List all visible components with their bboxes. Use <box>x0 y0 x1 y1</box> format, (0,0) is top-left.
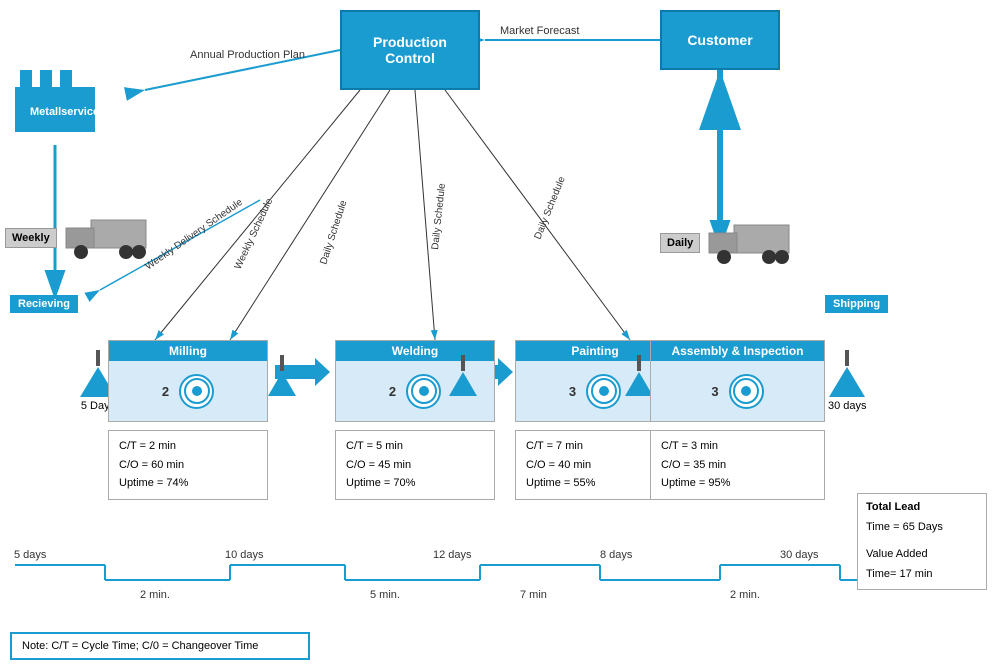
svg-text:Weekly Schedule: Weekly Schedule <box>233 196 276 271</box>
receiving-label: Recieving <box>18 298 70 310</box>
note-text: Note: C/T = Cycle Time; C/0 = Changeover… <box>22 640 258 652</box>
svg-text:8 days: 8 days <box>600 549 633 561</box>
milling-uptime: Uptime = 74% <box>119 474 257 493</box>
value-added-time: Time= 17 min <box>866 565 978 585</box>
inventory-triangle-2 <box>268 355 296 396</box>
daily-truck: Daily <box>660 220 794 265</box>
shipping-box: Shipping <box>825 295 888 313</box>
production-control-label: Production Control <box>373 34 447 66</box>
inventory-triangle-5: 30 days <box>828 350 867 412</box>
assembly-header: Assembly & Inspection <box>651 341 824 361</box>
assembly-operator <box>729 374 764 409</box>
milling-operator <box>179 374 214 409</box>
svg-text:Metallservice: Metallservice <box>30 106 99 118</box>
svg-text:Annual Production Plan: Annual Production Plan <box>190 49 305 61</box>
weekly-truck: Weekly <box>5 215 151 260</box>
svg-text:Weekly Delivery Schedule: Weekly Delivery Schedule <box>143 197 245 273</box>
svg-text:5 min.: 5 min. <box>370 589 400 601</box>
production-control-box: Production Control <box>340 10 480 90</box>
svg-text:Market Forecast: Market Forecast <box>500 25 579 37</box>
assembly-process: Assembly & Inspection 3 <box>650 340 825 422</box>
inventory-triangle-4 <box>625 355 653 396</box>
shipping-label: Shipping <box>833 298 880 310</box>
assembly-data: C/T = 3 min C/O = 35 min Uptime = 95% <box>650 430 825 500</box>
total-lead-label: Total Lead <box>866 498 978 518</box>
svg-text:2 min.: 2 min. <box>140 589 170 601</box>
milling-ct: C/T = 2 min <box>119 437 257 456</box>
svg-text:5 days: 5 days <box>14 549 47 561</box>
totals-box: Total Lead Time = 65 Days Value Added Ti… <box>857 493 987 590</box>
painting-co: C/O = 40 min <box>526 456 664 475</box>
milling-process: Milling 2 <box>108 340 268 422</box>
inventory-triangle-3 <box>449 355 477 396</box>
milling-header: Milling <box>109 341 267 361</box>
svg-text:12 days: 12 days <box>433 549 472 561</box>
value-added-label: Value Added <box>866 545 978 565</box>
svg-text:30 days: 30 days <box>780 549 819 561</box>
receiving-box: Recieving <box>10 295 78 313</box>
welding-operator <box>406 374 441 409</box>
painting-uptime: Uptime = 55% <box>526 474 664 493</box>
painting-operator <box>586 374 621 409</box>
assembly-ct: C/T = 3 min <box>661 437 814 456</box>
milling-co: C/O = 60 min <box>119 456 257 475</box>
svg-text:10 days: 10 days <box>225 549 264 561</box>
metallservice-factory: Metallservice <box>10 65 100 148</box>
inventory-days-5: 30 days <box>828 400 867 412</box>
svg-text:Daily Schedule: Daily Schedule <box>430 182 448 250</box>
welding-co: C/O = 45 min <box>346 456 484 475</box>
assembly-uptime: Uptime = 95% <box>661 474 814 493</box>
svg-text:2 min.: 2 min. <box>730 589 760 601</box>
painting-ct: C/T = 7 min <box>526 437 664 456</box>
svg-text:7 min: 7 min <box>520 589 547 601</box>
total-lead-value: Time = 65 Days <box>866 518 978 538</box>
svg-text:Daily Schedule: Daily Schedule <box>533 175 568 241</box>
customer-label: Customer <box>687 32 752 48</box>
welding-data: C/T = 5 min C/O = 45 min Uptime = 70% <box>335 430 495 500</box>
welding-ct: C/T = 5 min <box>346 437 484 456</box>
welding-uptime: Uptime = 70% <box>346 474 484 493</box>
customer-box: Customer <box>660 10 780 70</box>
assembly-co: C/O = 35 min <box>661 456 814 475</box>
svg-text:Daily Schedule: Daily Schedule <box>318 199 349 266</box>
milling-data: C/T = 2 min C/O = 60 min Uptime = 74% <box>108 430 268 500</box>
note-box: Note: C/T = Cycle Time; C/0 = Changeover… <box>10 632 310 660</box>
